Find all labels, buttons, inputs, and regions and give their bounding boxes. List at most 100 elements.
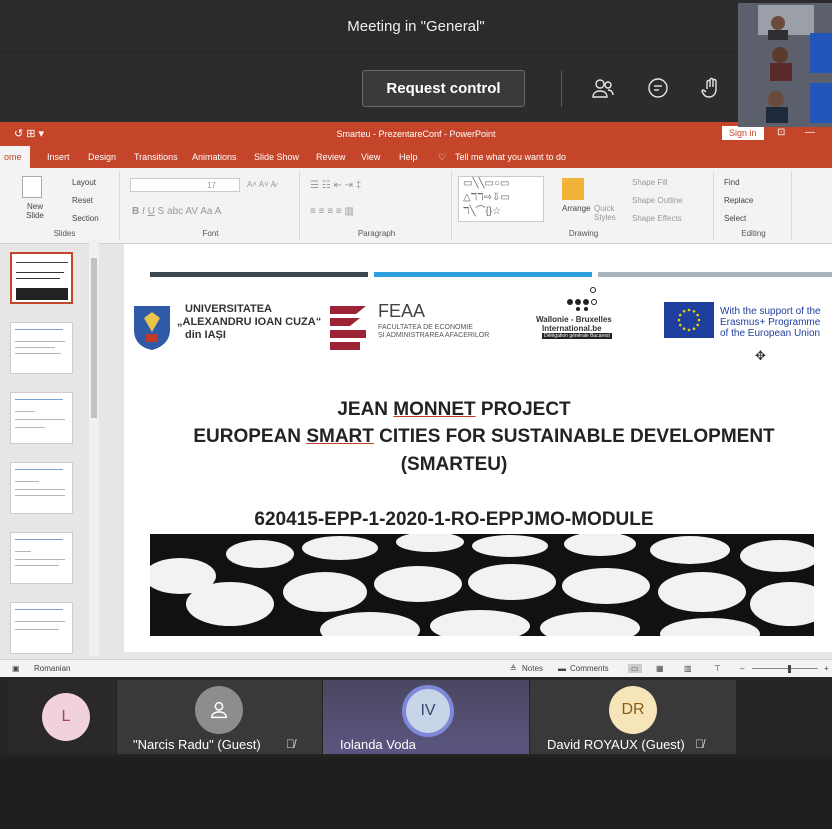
slide-title-line3: (SMARTEU) <box>400 454 508 475</box>
slide-thumbnail[interactable] <box>10 462 73 514</box>
slide-thumbnail[interactable] <box>10 602 73 654</box>
tab-transitions[interactable]: Transitions <box>134 152 178 162</box>
participant-tile[interactable]: "Narcis Radu" (Guest) 🎙̸ <box>117 680 322 754</box>
drawing-group: ▭╲╲▭○▭ △ℸℸ⇨⇩▭ ℸ╲⌒{}☆ Arrange Quick Styles … <box>454 172 714 240</box>
tab-view[interactable]: View <box>361 152 380 162</box>
chat-icon[interactable] <box>643 73 673 103</box>
participants-icon[interactable] <box>588 73 618 103</box>
meeting-title: Meeting in "General" <box>347 17 485 35</box>
tab-animations[interactable]: Animations <box>192 152 237 162</box>
wbi-dots-logo <box>564 286 598 317</box>
shared-screen: ↺ ⊞ ▾ Smarteu - PrezentareConf - PowerPo… <box>0 122 832 677</box>
raise-hand-icon[interactable] <box>697 73 727 103</box>
slide-photo-discs <box>150 534 814 636</box>
header-bar-blue <box>374 272 592 277</box>
participant-tile[interactable]: L <box>8 680 116 754</box>
reading-view-icon[interactable]: ▥ <box>684 664 692 673</box>
shape-outline-button[interactable]: Shape Outline <box>632 196 683 205</box>
tab-home[interactable]: ome <box>0 146 30 168</box>
font-family-input[interactable] <box>130 178 240 192</box>
ppt-status-bar: ▣ Romanian ≙ Notes ▬ Comments ▭ ▦ ▥ ⊤ – … <box>0 659 832 677</box>
new-slide-icon[interactable] <box>22 176 42 198</box>
drawing-group-label: Drawing <box>568 229 599 238</box>
tab-slide-show[interactable]: Slide Show <box>254 152 299 162</box>
quick-styles-button[interactable]: Quick Styles <box>594 204 624 222</box>
find-button[interactable]: Find <box>724 178 740 187</box>
new-slide-button[interactable]: New Slide <box>20 202 50 220</box>
slides-group: New Slide Layout Reset Section Slides <box>10 172 120 240</box>
thumbnails-scrollbar[interactable] <box>89 240 99 656</box>
participant-name: "Narcis Radu" (Guest) <box>133 737 261 752</box>
shape-effects-button[interactable]: Shape Effects <box>632 214 682 223</box>
meeting-title-bar: Meeting in "General" <box>0 0 832 52</box>
font-size-input[interactable]: 17 <box>207 181 216 190</box>
tab-design[interactable]: Design <box>88 152 116 162</box>
select-button[interactable]: Select <box>724 214 746 223</box>
list-icons[interactable]: ☰ ☷ ⇤ ⇥ ‡ <box>310 180 361 191</box>
slideshow-icon[interactable]: ⊤ <box>714 664 721 673</box>
layout-button[interactable]: Layout <box>72 178 96 187</box>
request-control-button[interactable]: Request control <box>362 70 525 107</box>
arrange-button[interactable]: Arrange <box>562 204 590 213</box>
paragraph-group-label: Paragraph <box>357 229 396 238</box>
slide-thumbnail[interactable] <box>10 392 73 444</box>
participant-video-feed[interactable] <box>738 3 832 127</box>
move-cursor-icon: ✥ <box>755 348 766 363</box>
uaic-line2: „ALEXANDRU IOAN CUZA“ <box>177 316 322 328</box>
shape-fill-button[interactable]: Shape Fill <box>632 178 668 187</box>
replace-button[interactable]: Replace <box>724 196 753 205</box>
feaa-line1: FACULTATEA DE ECONOMIE <box>378 324 473 331</box>
editing-group: Find Replace Select Editing <box>716 172 792 240</box>
zoom-slider[interactable] <box>752 668 818 669</box>
wbi-line2: International.be <box>542 324 602 333</box>
slide-thumbnail[interactable] <box>10 252 73 304</box>
eu-line1: With the support of the <box>720 306 821 317</box>
sign-in-button[interactable]: Sign in <box>722 126 764 140</box>
font-format-icons[interactable]: B I U S abc AV Aa A <box>132 206 221 217</box>
participant-tile[interactable]: DR David ROYAUX (Guest) 🎙̸ <box>530 680 736 754</box>
align-icons[interactable]: ≡ ≡ ≡ ≡ ▥ <box>310 206 354 217</box>
muted-mic-icon: 🎙̸ <box>286 737 295 751</box>
normal-view-icon[interactable]: ▭ <box>628 664 642 673</box>
feaa-logo <box>330 302 370 357</box>
minimize-icon[interactable]: — <box>805 127 815 138</box>
spelling-icon[interactable]: ▣ <box>12 664 20 673</box>
font-group-label: Font <box>202 229 219 238</box>
tab-insert[interactable]: Insert <box>47 152 70 162</box>
ribbon-display-icon[interactable]: ⊡ <box>777 127 785 138</box>
wbi-line3: Délégation générale Bucarest <box>542 333 612 339</box>
slide-thumbnail[interactable] <box>10 322 73 374</box>
slide-thumbnail[interactable] <box>10 532 73 584</box>
tell-me-search[interactable]: Tell me what you want to do <box>455 152 566 162</box>
arrange-icon[interactable] <box>562 178 584 200</box>
notes-button[interactable]: Notes <box>522 664 543 673</box>
tab-review[interactable]: Review <box>316 152 346 162</box>
notes-icon[interactable]: ≙ <box>510 664 517 673</box>
reset-button[interactable]: Reset <box>72 196 93 205</box>
feaa-line2: ȘI ADMINISTRAREA AFACERILOR <box>378 332 490 339</box>
uaic-line3: din IAȘI <box>185 329 226 341</box>
comments-icon[interactable]: ▬ <box>558 664 566 673</box>
eu-line2: Erasmus+ Programme <box>720 317 821 328</box>
section-button[interactable]: Section <box>72 214 99 223</box>
toolbar-divider <box>561 71 562 107</box>
project-code: 620415-EPP-1-2020-1-RO-EPPJMO-MODULE <box>254 509 654 530</box>
slide-sorter-icon[interactable]: ▦ <box>656 664 664 673</box>
zoom-in-icon[interactable]: + <box>824 664 829 673</box>
comments-button[interactable]: Comments <box>570 664 609 673</box>
slide-thumbnails-pane <box>0 244 102 657</box>
editing-group-label: Editing <box>741 229 766 238</box>
uaic-crest-logo <box>132 304 172 357</box>
language-status[interactable]: Romanian <box>34 664 70 673</box>
participant-tile-active[interactable]: IV Iolanda Voda <box>323 680 529 754</box>
lightbulb-icon: ♡ <box>438 152 447 162</box>
zoom-slider-thumb[interactable] <box>788 665 791 673</box>
participant-name: David ROYAUX (Guest) <box>547 737 685 752</box>
participant-name: Iolanda Voda <box>340 737 416 752</box>
shapes-gallery[interactable]: ▭╲╲▭○▭ △ℸℸ⇨⇩▭ ℸ╲⌒{}☆ <box>458 176 544 222</box>
participants-gallery: L "Narcis Radu" (Guest) 🎙̸ IV Iolanda Vo… <box>0 677 832 757</box>
ppt-ribbon: New Slide Layout Reset Section Slides 17… <box>0 168 832 244</box>
zoom-out-icon[interactable]: – <box>740 664 744 673</box>
tab-help[interactable]: Help <box>399 152 418 162</box>
grow-font-icon[interactable]: A˄ A˅ A̷ <box>247 180 276 189</box>
